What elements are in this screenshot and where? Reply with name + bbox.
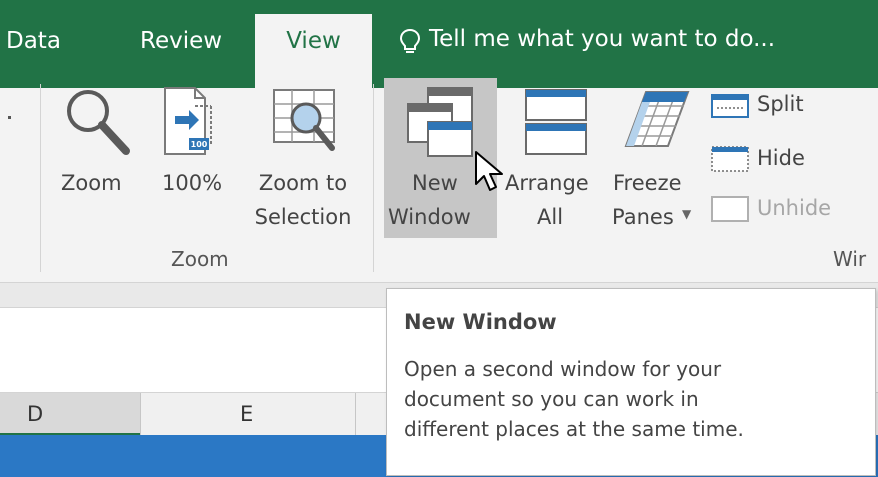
zoom-button-label: Zoom bbox=[61, 171, 122, 195]
arrange-label-line1: Arrange bbox=[505, 171, 589, 195]
unhide-icon bbox=[711, 196, 749, 222]
tooltip-title: New Window bbox=[404, 310, 557, 334]
new-window-icon bbox=[407, 87, 473, 157]
column-d-label: D bbox=[27, 402, 44, 426]
dropdown-arrow-icon: ▼ bbox=[682, 207, 692, 221]
window-group-label: Wir bbox=[833, 247, 867, 271]
zoom-to-label-line2: Selection bbox=[254, 205, 352, 229]
magnifier-icon bbox=[67, 90, 130, 155]
unhide-label: Unhide bbox=[757, 196, 832, 220]
freeze-label-line1: Freeze bbox=[613, 171, 682, 195]
hide-label: Hide bbox=[757, 146, 805, 170]
tab-data[interactable]: Data bbox=[6, 28, 61, 54]
zoom-to-selection-icon bbox=[273, 89, 335, 151]
new-window-label-line1: New bbox=[412, 171, 458, 195]
arrange-all-icon bbox=[525, 89, 587, 155]
group-separator bbox=[40, 84, 41, 272]
zoom-100-button-label: 100% bbox=[162, 171, 223, 195]
zoom-group-label: Zoom bbox=[171, 247, 229, 271]
freeze-panes-icon bbox=[624, 91, 690, 147]
column-divider[interactable] bbox=[140, 393, 141, 435]
new-window-label-line2: Window bbox=[388, 205, 471, 229]
new-window-tooltip: New Window Open a second window for your… bbox=[386, 288, 876, 476]
split-icon bbox=[711, 94, 749, 118]
hide-icon bbox=[711, 146, 749, 172]
lightbulb-icon bbox=[399, 28, 421, 53]
zoom-to-label-line1: Zoom to bbox=[258, 171, 348, 195]
freeze-label-line2: Panes bbox=[612, 205, 674, 229]
tab-review[interactable]: Review bbox=[140, 28, 222, 54]
ribbon-tab-bar: Data Review View Tell me what you want t… bbox=[0, 0, 878, 88]
arrange-label-line2: All bbox=[537, 205, 564, 229]
split-label: Split bbox=[757, 92, 804, 116]
mouse-pointer-icon bbox=[475, 151, 503, 191]
tooltip-line: different places at the same time. bbox=[404, 417, 744, 441]
tooltip-line: Open a second window for your bbox=[404, 357, 722, 381]
column-header-e[interactable]: E bbox=[240, 402, 253, 426]
tell-me-text: Tell me what you want to do... bbox=[429, 26, 776, 52]
tab-view-label: View bbox=[286, 28, 341, 54]
tooltip-line: document so you can work in bbox=[404, 387, 699, 411]
column-divider[interactable] bbox=[355, 393, 356, 435]
column-header-d[interactable]: D bbox=[0, 393, 140, 436]
ribbon-edge-mark bbox=[8, 116, 11, 119]
page-100-badge: 100 bbox=[190, 140, 208, 149]
group-separator bbox=[373, 84, 374, 272]
tab-view[interactable]: View bbox=[255, 14, 372, 88]
